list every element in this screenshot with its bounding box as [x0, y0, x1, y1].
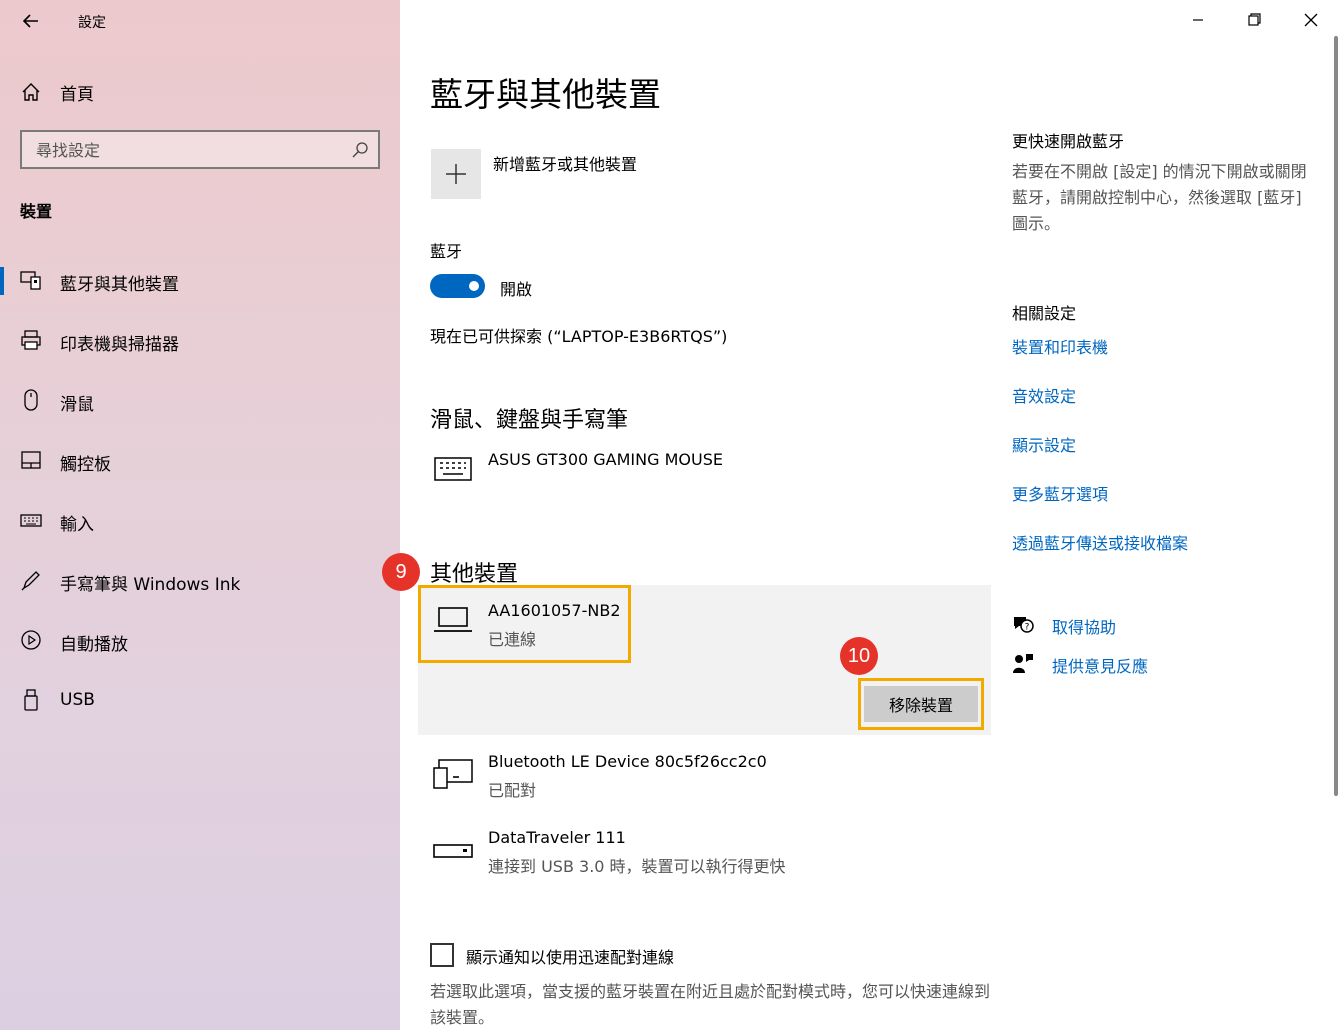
- sidebar: 設定 首頁 裝置 藍牙與其他裝置 印表機與掃描器: [0, 0, 400, 1030]
- link-more-bluetooth-options[interactable]: 更多藍牙選項: [1012, 481, 1108, 505]
- scrollbar[interactable]: [1334, 36, 1338, 796]
- section-label: 裝置: [20, 202, 53, 221]
- discoverable-text: 現在已可供探索 (“LAPTOP-E3B6RTQS”): [430, 327, 728, 346]
- toggle-knob: [469, 281, 479, 291]
- sidebar-item-autoplay[interactable]: 自動播放: [0, 621, 400, 661]
- bluetooth-toggle-label: 開啟: [500, 280, 533, 299]
- link-give-feedback[interactable]: 提供意見反應: [1052, 653, 1148, 677]
- sidebar-item-mouse[interactable]: 滑鼠: [0, 381, 400, 421]
- sidebar-item-label: 手寫筆與 Windows Ink: [60, 575, 241, 595]
- device-name: Bluetooth LE Device 80c5f26cc2c0: [488, 752, 767, 771]
- svg-text:?: ?: [1025, 623, 1030, 633]
- step-badge-10: 10: [840, 637, 878, 675]
- bluetooth-toggle[interactable]: [430, 274, 485, 298]
- plus-icon: [446, 164, 466, 184]
- device-row[interactable]: DataTraveler 111 連接到 USB 3.0 時，裝置可以執行得更快: [430, 828, 990, 878]
- swift-pair-checkbox[interactable]: [430, 943, 454, 967]
- device-row[interactable]: ASUS GT300 GAMING MOUSE: [430, 448, 990, 492]
- search-input[interactable]: [36, 139, 326, 161]
- sidebar-item-label: 滑鼠: [60, 395, 94, 415]
- device-status: 連接到 USB 3.0 時，裝置可以執行得更快: [488, 857, 786, 876]
- generic-device-icon: [433, 759, 473, 789]
- sidebar-item-label: 自動播放: [60, 635, 128, 655]
- sidebar-item-typing[interactable]: 輸入: [0, 501, 400, 541]
- quick-bluetooth-text: 若要在不開啟 [設定] 的情況下開啟或關閉藍牙，請開啟控制中心，然後選取 [藍牙…: [1012, 162, 1307, 233]
- link-sound-settings[interactable]: 音效設定: [1012, 383, 1076, 407]
- close-icon[interactable]: [1293, 6, 1329, 34]
- link-get-help[interactable]: 取得協助: [1052, 614, 1116, 638]
- add-device-label[interactable]: 新增藍牙或其他裝置: [493, 151, 637, 175]
- page-title: 藍牙與其他裝置: [430, 75, 661, 114]
- related-settings-heading: 相關設定: [1012, 304, 1077, 323]
- sidebar-item-label: USB: [60, 690, 95, 710]
- sidebar-item-printers[interactable]: 印表機與掃描器: [0, 321, 400, 361]
- minimize-icon[interactable]: [1180, 6, 1216, 34]
- maximize-icon[interactable]: [1236, 6, 1272, 34]
- mouse-keyboard-section-title: 滑鼠、鍵盤與手寫筆: [430, 408, 629, 433]
- link-devices-printers[interactable]: 裝置和印表機: [1012, 334, 1108, 358]
- swift-pair-description: 若選取此選項，當支援的藍牙裝置在附近且處於配對模式時，您可以快速連線到該裝置。: [430, 982, 991, 1027]
- sidebar-item-usb[interactable]: USB: [0, 681, 400, 721]
- other-devices-section-title: 其他裝置: [430, 562, 519, 587]
- mouse-icon: [24, 389, 38, 411]
- add-device-button[interactable]: [431, 149, 481, 199]
- sidebar-item-bluetooth[interactable]: 藍牙與其他裝置: [0, 261, 400, 301]
- sidebar-item-pen[interactable]: 手寫筆與 Windows Ink: [0, 561, 400, 601]
- nav-home-label: 首頁: [60, 84, 94, 105]
- autoplay-icon: [21, 630, 41, 650]
- printer-icon: [21, 330, 41, 350]
- device-name: ASUS GT300 GAMING MOUSE: [488, 450, 723, 469]
- step-badge-9: 9: [382, 553, 420, 591]
- sidebar-item-touchpad[interactable]: 觸控板: [0, 441, 400, 481]
- link-send-receive-files[interactable]: 透過藍牙傳送或接收檔案: [1012, 530, 1188, 554]
- device-row[interactable]: Bluetooth LE Device 80c5f26cc2c0 已配對: [430, 752, 990, 802]
- main-content: 藍牙與其他裝置 新增藍牙或其他裝置 藍牙 開啟 現在已可供探索 (“LAPTOP…: [382, 0, 1340, 1030]
- back-arrow-icon[interactable]: [18, 8, 44, 34]
- nav-home[interactable]: 首頁: [18, 78, 378, 106]
- bluetooth-heading: 藍牙: [430, 242, 463, 261]
- touchpad-icon: [21, 451, 41, 469]
- sidebar-item-label: 印表機與掃描器: [60, 335, 179, 355]
- device-name: AA1601057-NB2: [488, 601, 621, 620]
- feedback-icon: [1013, 654, 1033, 673]
- help-icon: ?: [1014, 617, 1034, 633]
- quick-bluetooth-heading: 更快速開啟藍牙: [1012, 132, 1125, 151]
- device-row-selected[interactable]: AA1601057-NB2 已連線: [430, 598, 990, 649]
- usb-icon: [24, 689, 38, 711]
- remove-device-button[interactable]: 移除裝置: [864, 686, 978, 722]
- laptop-icon: [434, 607, 472, 632]
- pen-icon: [21, 571, 40, 591]
- search-icon[interactable]: [350, 140, 370, 160]
- device-status: 已連線: [488, 630, 537, 649]
- app-title: 設定: [78, 15, 106, 31]
- sidebar-item-label: 輸入: [60, 515, 94, 535]
- bluetooth-devices-icon: [20, 271, 41, 290]
- device-name: DataTraveler 111: [488, 828, 626, 847]
- home-icon: [22, 83, 40, 101]
- sidebar-item-label: 藍牙與其他裝置: [60, 275, 179, 295]
- device-status: 已配對: [488, 781, 537, 800]
- link-display-settings[interactable]: 顯示設定: [1012, 432, 1076, 456]
- swift-pair-label[interactable]: 顯示通知以使用迅速配對連線: [466, 944, 674, 968]
- sidebar-item-label: 觸控板: [60, 455, 111, 475]
- usb-drive-icon: [433, 844, 473, 858]
- keyboard-icon: [20, 514, 42, 527]
- keyboard-device-icon: [434, 457, 472, 481]
- search-box[interactable]: [20, 130, 380, 169]
